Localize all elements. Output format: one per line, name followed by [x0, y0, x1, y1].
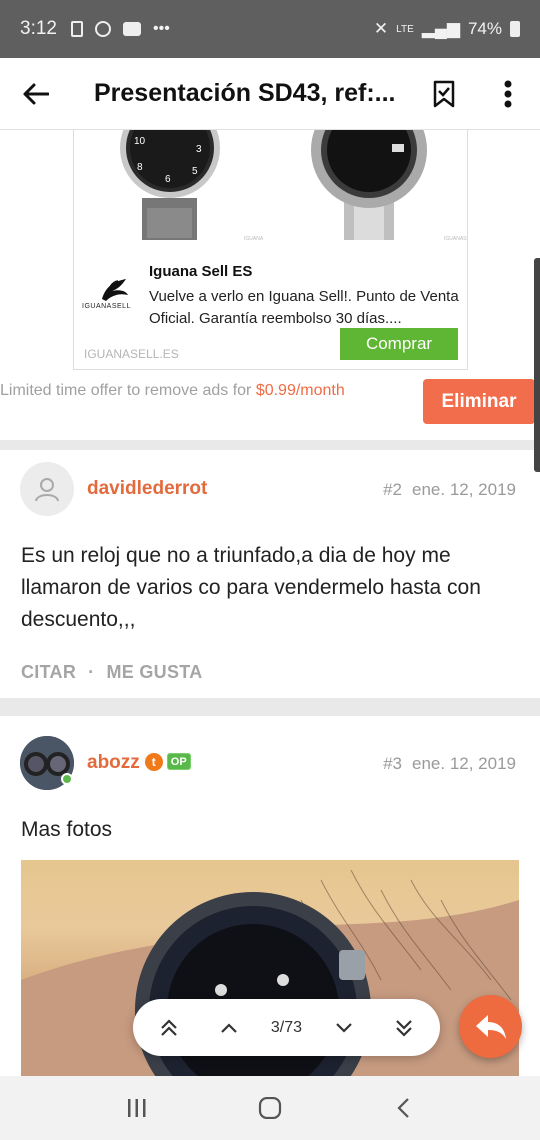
- post-position[interactable]: 3/73: [271, 1019, 302, 1037]
- back-button[interactable]: [0, 58, 72, 130]
- sync-icon: [94, 21, 111, 37]
- post: davidlederrot #2 ene. 12, 2019 Es un relo…: [0, 450, 540, 698]
- bookmark-button[interactable]: [412, 58, 476, 130]
- more-notifications-icon: •••: [152, 20, 170, 37]
- thread-title: Presentación SD43, ref:...: [94, 79, 396, 107]
- post-body: Mas fotos: [21, 818, 113, 841]
- chevron-left-icon: [397, 1098, 410, 1118]
- svg-text:3: 3: [196, 144, 202, 155]
- op-badge: OP: [166, 753, 191, 770]
- chevron-down-icon: [336, 1022, 352, 1033]
- double-chevron-up-icon: [161, 1018, 177, 1036]
- online-indicator: [61, 773, 73, 785]
- chevron-up-icon: [221, 1022, 237, 1033]
- ad-card[interactable]: 10 3 8 6 5 IGUANASELL IGUANA IGUANAS: [73, 130, 468, 370]
- network-label: LTE: [396, 23, 414, 35]
- divider: [0, 440, 540, 450]
- battery-icon: [510, 21, 520, 37]
- arrow-left-icon: [23, 83, 49, 104]
- double-chevron-down-icon: [396, 1019, 412, 1037]
- remove-ads-button[interactable]: Eliminar: [423, 379, 535, 424]
- thread-content[interactable]: 10 3 8 6 5 IGUANASELL IGUANA IGUANAS: [0, 130, 540, 1076]
- app-header: Presentación SD43, ref:...: [0, 58, 540, 130]
- post-username[interactable]: abozz: [87, 752, 140, 773]
- ad-domain: IGUANASELL.ES: [84, 347, 179, 361]
- reply-icon: [475, 1014, 506, 1039]
- remove-ads-offer: Limited time offer to remove ads for $0.…: [0, 378, 540, 440]
- offer-price: $0.99/month: [255, 382, 345, 399]
- post-date: ene. 12, 2019: [412, 480, 516, 499]
- iguana-logo-icon: [102, 279, 128, 301]
- system-back-button[interactable]: [373, 1078, 433, 1138]
- home-button[interactable]: [240, 1078, 300, 1138]
- previous-post-button[interactable]: [211, 1010, 247, 1046]
- post-number[interactable]: #2: [383, 480, 402, 499]
- separator-dot: ·: [88, 662, 95, 682]
- post-pager: 3/73: [133, 999, 440, 1056]
- battery-level: 74%: [467, 19, 502, 38]
- ad-buy-button[interactable]: Comprar: [340, 328, 458, 360]
- signal-icon: ▂▄▆: [421, 19, 460, 38]
- quote-button[interactable]: CITAR: [21, 662, 76, 682]
- svg-text:10: 10: [134, 136, 146, 147]
- status-time: 3:12: [20, 18, 57, 39]
- mute-icon: ✕: [373, 19, 389, 38]
- next-post-button[interactable]: [326, 1010, 362, 1046]
- advertiser-logo: IGUANASELL: [82, 275, 146, 315]
- message-icon: [122, 22, 141, 36]
- status-bar: 3:12 ••• ✕ LTE ▂▄▆ 74%: [0, 0, 540, 58]
- post-number[interactable]: #3: [383, 754, 402, 773]
- svg-text:6: 6: [165, 174, 171, 185]
- svg-text:5: 5: [192, 166, 198, 177]
- last-post-button[interactable]: [386, 1010, 422, 1046]
- more-vertical-icon: [504, 80, 512, 107]
- svg-text:IGUANASELL: IGUANASELL: [444, 236, 467, 242]
- trophy-badge-icon: t: [144, 753, 163, 771]
- scrollbar[interactable]: [534, 258, 540, 472]
- avatar[interactable]: [20, 462, 74, 516]
- svg-text:IGUANA: IGUANA: [244, 236, 264, 242]
- advertiser-logo-text: IGUANASELL: [82, 303, 131, 310]
- home-icon: [258, 1097, 282, 1119]
- more-options-button[interactable]: [476, 58, 540, 130]
- first-post-button[interactable]: [151, 1010, 187, 1046]
- recent-apps-icon: [127, 1099, 146, 1117]
- svg-text:8: 8: [137, 162, 143, 173]
- like-button[interactable]: ME GUSTA: [106, 662, 202, 682]
- advertiser-name: Iguana Sell ES: [149, 263, 253, 280]
- reply-button[interactable]: [459, 995, 522, 1058]
- system-nav-bar: [0, 1076, 540, 1140]
- sim-icon: [70, 21, 83, 37]
- ad-description: Vuelve a verlo en Iguana Sell!. Punto de…: [149, 288, 459, 327]
- offer-text: Limited time offer to remove ads for: [0, 382, 256, 399]
- divider: [0, 698, 540, 716]
- post-body: Es un reloj que no a triunfado,a dia de …: [21, 544, 481, 631]
- bookmark-check-icon: [433, 80, 455, 107]
- recent-apps-button[interactable]: [107, 1078, 167, 1138]
- ad-watches-image: 10 3 8 6 5 IGUANASELL IGUANA: [120, 130, 467, 242]
- post-username[interactable]: davidlederrot: [87, 478, 207, 500]
- post-date: ene. 12, 2019: [412, 754, 516, 773]
- user-placeholder-icon: [35, 478, 59, 502]
